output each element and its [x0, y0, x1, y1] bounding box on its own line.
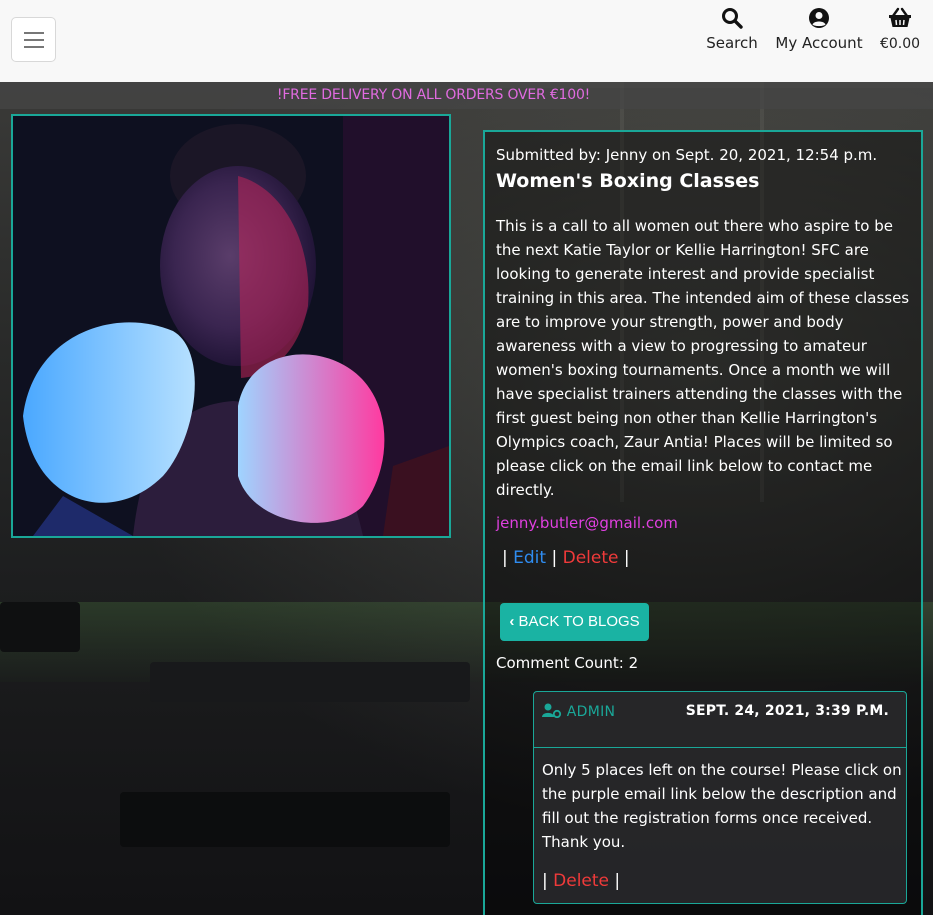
chevron-left-icon: ‹: [509, 613, 515, 630]
back-to-blogs-button[interactable]: ‹ BACK TO BLOGS: [500, 603, 649, 641]
basket-icon: [889, 7, 911, 27]
promo-banner: !FREE DELIVERY ON ALL ORDERS OVER €100!: [0, 82, 933, 109]
comment-actions: | Delete |: [542, 871, 620, 891]
user-cog-icon: [542, 703, 562, 719]
boxer-illustration: [13, 116, 449, 536]
comment-card: ADMIN SEPT. 24, 2021, 3:39 P.M. Only 5 p…: [533, 691, 907, 904]
basket-link[interactable]: €0.00: [876, 7, 924, 52]
search-label: Search: [706, 34, 758, 52]
post-body: This is a call to all women out there wh…: [496, 217, 910, 499]
comment-text: Only 5 places left on the course! Please…: [542, 761, 902, 851]
top-navbar: Search My Account €0.00: [0, 0, 933, 82]
author-email-link[interactable]: jenny.butler@gmail.com: [496, 514, 678, 532]
separator: |: [551, 548, 558, 568]
post-actions: | Edit | Delete |: [502, 548, 630, 568]
comment-header: ADMIN SEPT. 24, 2021, 3:39 P.M.: [534, 692, 906, 748]
separator: |: [502, 548, 508, 568]
my-account-link[interactable]: My Account: [774, 7, 864, 52]
comment-author-name: ADMIN: [566, 704, 616, 720]
search-icon: [722, 8, 743, 29]
delete-comment-link[interactable]: Delete: [553, 871, 609, 891]
comment-count: Comment Count: 2: [496, 654, 639, 672]
separator: |: [542, 871, 548, 891]
basket-total: €0.00: [879, 36, 921, 52]
delete-post-link[interactable]: Delete: [563, 548, 619, 568]
search-link[interactable]: Search: [704, 7, 760, 52]
blog-post-image: [11, 114, 451, 538]
menu-toggle-button[interactable]: [11, 17, 56, 62]
comment-author: ADMIN: [542, 703, 615, 720]
post-meta: Submitted by: Jenny on Sept. 20, 2021, 1…: [496, 146, 878, 164]
comment-date: SEPT. 24, 2021, 3:39 P.M.: [685, 703, 889, 719]
separator: |: [614, 871, 621, 891]
edit-post-link[interactable]: Edit: [513, 548, 546, 568]
post-title: Women's Boxing Classes: [496, 170, 760, 192]
user-circle-icon: [809, 8, 829, 28]
back-to-blogs-label: BACK TO BLOGS: [518, 613, 640, 630]
blog-post-card: Submitted by: Jenny on Sept. 20, 2021, 1…: [483, 130, 923, 915]
my-account-label: My Account: [775, 34, 863, 52]
separator: |: [623, 548, 630, 568]
